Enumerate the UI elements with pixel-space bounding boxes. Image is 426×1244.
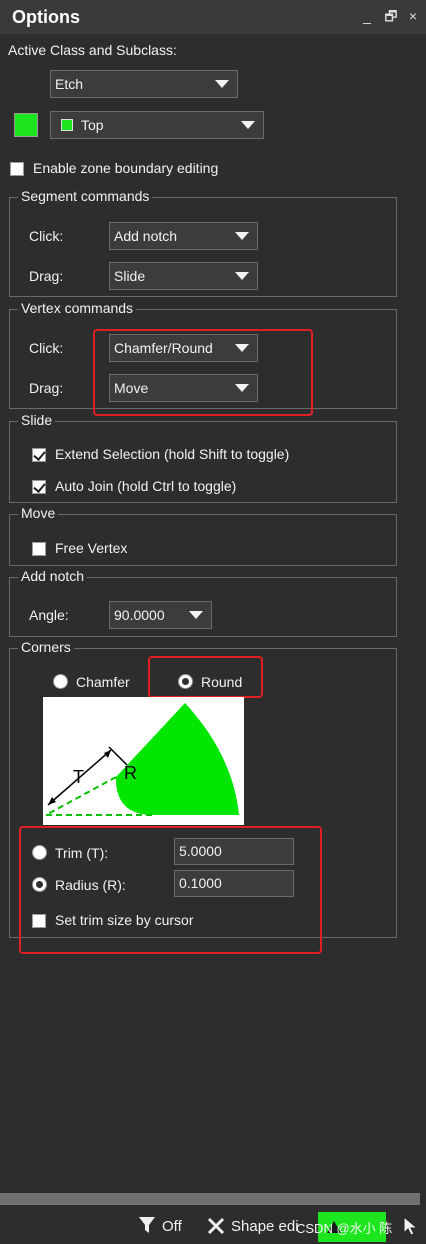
angle-combo[interactable]: 90.0000 <box>109 601 212 629</box>
round-corner-diagram: T R <box>43 697 244 825</box>
angle-label: Angle: <box>29 607 69 623</box>
class-combo-value: Etch <box>55 76 84 92</box>
corners-legend: Corners <box>18 639 74 655</box>
vertex-commands-legend: Vertex commands <box>18 300 137 316</box>
wrench-cross-icon[interactable] <box>206 1216 226 1236</box>
restore-icon[interactable]: 🗗 <box>382 7 400 25</box>
chamfer-radio[interactable] <box>53 674 68 689</box>
zone-boundary-checkbox[interactable] <box>10 162 24 176</box>
shape-edit-label[interactable]: Shape edi <box>231 1218 299 1235</box>
highlight-trim-radius <box>19 826 322 954</box>
free-vertex-label: Free Vertex <box>55 540 128 556</box>
vertex-click-label: Click: <box>29 340 64 356</box>
trim-symbol: T <box>73 767 84 787</box>
segment-drag-value: Slide <box>114 268 146 284</box>
angle-value: 90.0000 <box>114 607 165 623</box>
chevron-down-icon <box>215 80 229 88</box>
radius-symbol: R <box>124 763 137 783</box>
slide-legend: Slide <box>18 412 56 428</box>
extend-selection-checkbox[interactable] <box>32 448 46 462</box>
horizontal-scrollbar[interactable] <box>0 1193 420 1205</box>
segment-drag-combo[interactable]: Slide <box>109 262 258 290</box>
subclass-color-swatch[interactable] <box>14 113 38 137</box>
status-bar: Off Shape edi CSDN @水小 陈 <box>0 1208 426 1244</box>
segment-click-value: Add notch <box>114 228 178 244</box>
auto-join-checkbox[interactable] <box>32 480 46 494</box>
highlight-round-option <box>148 656 263 698</box>
chevron-down-icon <box>235 232 249 240</box>
zone-boundary-label: Enable zone boundary editing <box>33 160 219 176</box>
subclass-color-icon <box>61 119 73 131</box>
add-notch-legend: Add notch <box>18 568 88 584</box>
close-icon[interactable]: × <box>404 7 422 25</box>
minimize-icon[interactable]: _ <box>358 7 376 25</box>
vertex-drag-label: Drag: <box>29 380 64 396</box>
chevron-down-icon <box>235 272 249 280</box>
chevron-down-icon <box>241 121 255 129</box>
filter-off-label[interactable]: Off <box>162 1218 182 1235</box>
segment-click-label: Click: <box>29 228 64 244</box>
filter-icon[interactable] <box>138 1216 156 1234</box>
chamfer-label: Chamfer <box>76 674 130 690</box>
subclass-combo-value: Top <box>81 117 104 133</box>
active-class-label: Active Class and Subclass: <box>8 42 177 58</box>
highlight-vertex-commands <box>93 329 313 416</box>
watermark-text: CSDN @水小 陈 <box>296 1221 393 1236</box>
subclass-combo[interactable]: Top <box>50 111 264 139</box>
extend-selection-label: Extend Selection (hold Shift to toggle) <box>55 446 290 462</box>
segment-commands-legend: Segment commands <box>18 188 153 204</box>
cursor-icon[interactable] <box>402 1216 420 1236</box>
segment-drag-label: Drag: <box>29 268 64 284</box>
class-combo[interactable]: Etch <box>50 70 238 98</box>
chevron-down-icon <box>189 611 203 619</box>
free-vertex-checkbox[interactable] <box>32 542 46 556</box>
segment-click-combo[interactable]: Add notch <box>109 222 258 250</box>
move-legend: Move <box>18 505 59 521</box>
auto-join-label: Auto Join (hold Ctrl to toggle) <box>55 478 237 494</box>
options-titlebar: Options _ 🗗 × <box>0 0 426 34</box>
window-title: Options <box>12 6 80 27</box>
